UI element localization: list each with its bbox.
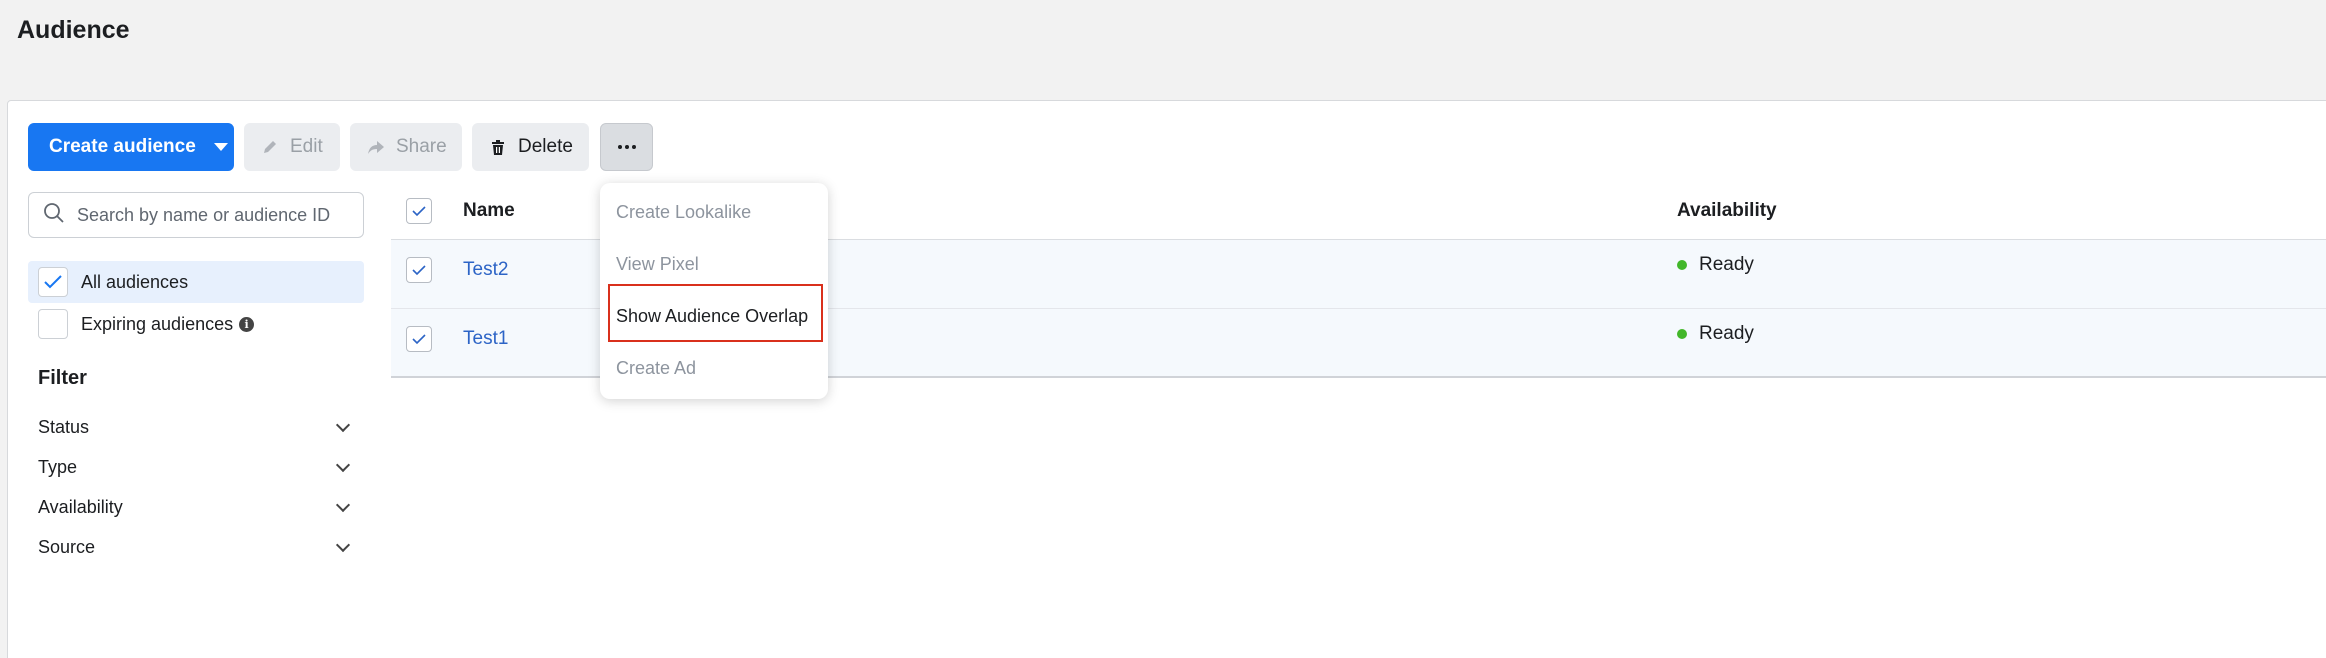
caret-down-icon	[213, 143, 228, 151]
availability-label: Ready	[1699, 323, 1754, 344]
checkmark-icon	[412, 333, 426, 344]
delete-button[interactable]: Delete	[472, 123, 589, 171]
checkmark-icon	[412, 205, 426, 216]
checkbox[interactable]	[38, 309, 68, 339]
chevron-down-icon	[335, 417, 351, 433]
more-dots-icon	[617, 145, 636, 149]
availability-label: Ready	[1699, 254, 1754, 275]
filter-label: Source	[38, 537, 96, 557]
filter-source[interactable]: Source	[38, 537, 354, 558]
sidebar-item-label: All audiences	[81, 271, 189, 292]
more-options-menu: Create Lookalike View Pixel Show Audienc…	[600, 183, 828, 399]
column-header-name[interactable]: Name	[463, 200, 515, 222]
info-icon[interactable]: i	[239, 316, 255, 332]
chevron-down-icon	[335, 497, 351, 513]
more-options-button[interactable]	[600, 123, 653, 171]
chevron-down-icon	[335, 457, 351, 473]
trash-icon	[488, 137, 508, 157]
audience-name-link[interactable]: Test1	[463, 328, 508, 350]
menu-item-show-audience-overlap[interactable]: Show Audience Overlap	[616, 306, 808, 327]
filter-status[interactable]: Status	[38, 417, 354, 438]
menu-item-view-pixel[interactable]: View Pixel	[616, 254, 699, 275]
filter-label: Availability	[38, 497, 123, 517]
availability-cell: Ready	[1677, 323, 1754, 345]
search-box	[28, 192, 364, 238]
checkmark-icon	[44, 275, 62, 289]
menu-item-create-ad[interactable]: Create Ad	[616, 358, 696, 379]
select-all-checkbox[interactable]	[406, 198, 432, 224]
create-audience-label: Create audience	[49, 136, 196, 157]
search-input[interactable]	[77, 204, 357, 226]
delete-label: Delete	[518, 136, 573, 157]
filter-availability[interactable]: Availability	[38, 497, 354, 518]
chevron-down-icon	[335, 537, 351, 553]
checkbox[interactable]	[38, 267, 68, 297]
sidebar-item-expiring-audiences[interactable]: Expiring audiences i	[28, 303, 364, 345]
filter-title: Filter	[38, 367, 87, 389]
page-title: Audience	[17, 16, 130, 44]
sidebar-item-all-audiences[interactable]: All audiences	[28, 261, 364, 303]
pencil-icon	[260, 137, 280, 157]
status-dot-icon	[1677, 329, 1687, 339]
status-dot-icon	[1677, 260, 1687, 270]
sidebar-item-label: Expiring audiences	[81, 313, 234, 334]
edit-label: Edit	[290, 136, 323, 157]
edit-button[interactable]: Edit	[244, 123, 340, 171]
menu-item-create-lookalike[interactable]: Create Lookalike	[616, 202, 751, 223]
share-arrow-icon	[366, 137, 386, 157]
availability-cell: Ready	[1677, 254, 1754, 276]
column-header-availability[interactable]: Availability	[1677, 200, 1777, 222]
row-checkbox[interactable]	[406, 326, 432, 352]
search-icon	[43, 202, 65, 229]
share-label: Share	[396, 136, 447, 157]
filter-label: Type	[38, 457, 78, 477]
checkmark-icon	[412, 264, 426, 275]
row-checkbox[interactable]	[406, 257, 432, 283]
share-button[interactable]: Share	[350, 123, 462, 171]
filter-label: Status	[38, 417, 90, 437]
filter-type[interactable]: Type	[38, 457, 354, 478]
audience-name-link[interactable]: Test2	[463, 259, 508, 281]
create-audience-button[interactable]: Create audience	[28, 123, 234, 171]
